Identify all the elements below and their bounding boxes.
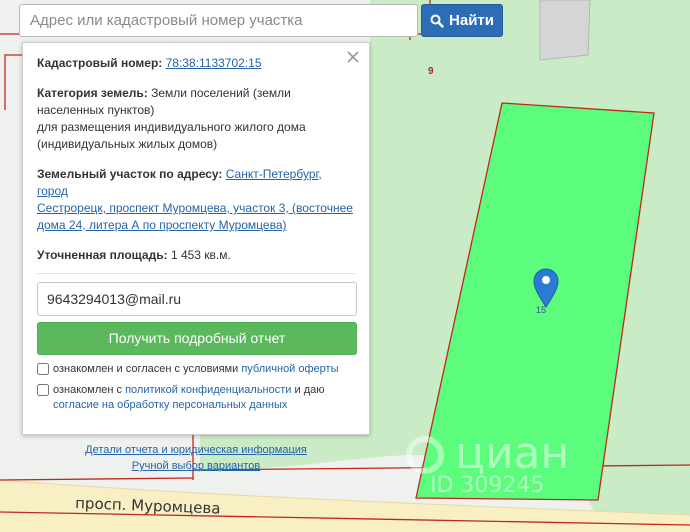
cadastral-label: Кадастровый номер: <box>37 56 163 70</box>
address-label: Земельный участок по адресу: <box>37 167 223 181</box>
offer-consent-label: ознакомлен и согласен с условиями публич… <box>53 363 339 375</box>
category-value-2: населенных пунктов) <box>37 103 155 117</box>
category-value-4: (индивидуальных жилых домов) <box>37 137 218 151</box>
category-label: Категория земель: <box>37 86 148 100</box>
search-button-label: Найти <box>449 12 494 29</box>
address-link-2[interactable]: Сестрорецк, проспект Муромцева, участок … <box>37 201 353 215</box>
search-bar <box>19 4 418 37</box>
get-report-button[interactable]: Получить подробный отчет <box>37 322 357 355</box>
privacy-consent-row: ознакомлен с политикой конфиденциальност… <box>37 383 355 413</box>
parcel-label-9: 9 <box>428 66 434 77</box>
parcel-label-15: 15 <box>536 305 546 315</box>
privacy-consent-checkbox[interactable] <box>37 384 49 396</box>
cadastral-row: Кадастровый номер: 78:38:1133702:15 <box>37 55 355 72</box>
offer-consent-row: ознакомлен и согласен с условиями публич… <box>37 362 355 377</box>
offer-consent-checkbox[interactable] <box>37 363 49 375</box>
report-details-link[interactable]: Детали отчета и юридическая информация <box>37 442 355 458</box>
area-row: Уточненная площадь: 1 453 кв.м. <box>37 247 355 264</box>
public-offer-link[interactable]: публичной оферты <box>241 363 338 375</box>
email-field[interactable] <box>37 282 357 316</box>
divider <box>37 273 355 274</box>
address-link-3[interactable]: дома 24, литера А по проспекту Муромцева… <box>37 218 287 232</box>
personal-data-consent-link[interactable]: согласие на обработку персональных данны… <box>53 399 287 411</box>
cadastral-number-link[interactable]: 78:38:1133702:15 <box>166 56 262 70</box>
parcel-info-popup: Кадастровый номер: 78:38:1133702:15 Кате… <box>22 42 370 472</box>
privacy-policy-link[interactable]: политикой конфиденциальности <box>125 384 291 396</box>
manual-selection-link[interactable]: Ручной выбор вариантов <box>37 458 355 474</box>
address-row: Земельный участок по адресу: Санкт-Петер… <box>37 166 355 234</box>
get-report-button-label: Получить подробный отчет <box>108 330 286 346</box>
privacy-consent-label: ознакомлен с политикой конфиденциальност… <box>53 384 325 411</box>
search-input[interactable] <box>19 4 418 37</box>
area-label: Уточненная площадь: <box>37 248 168 262</box>
close-icon[interactable] <box>345 49 361 65</box>
search-icon <box>430 14 444 28</box>
search-button[interactable]: Найти <box>421 4 503 37</box>
category-row: Категория земель: Земли поселений (земли… <box>37 85 355 153</box>
category-value-3: для размещения индивидуального жилого до… <box>37 120 306 134</box>
area-value: 1 453 кв.м. <box>170 248 231 262</box>
category-value: Земли поселений (земли <box>151 86 291 100</box>
footer-links: Детали отчета и юридическая информация Р… <box>37 442 355 474</box>
